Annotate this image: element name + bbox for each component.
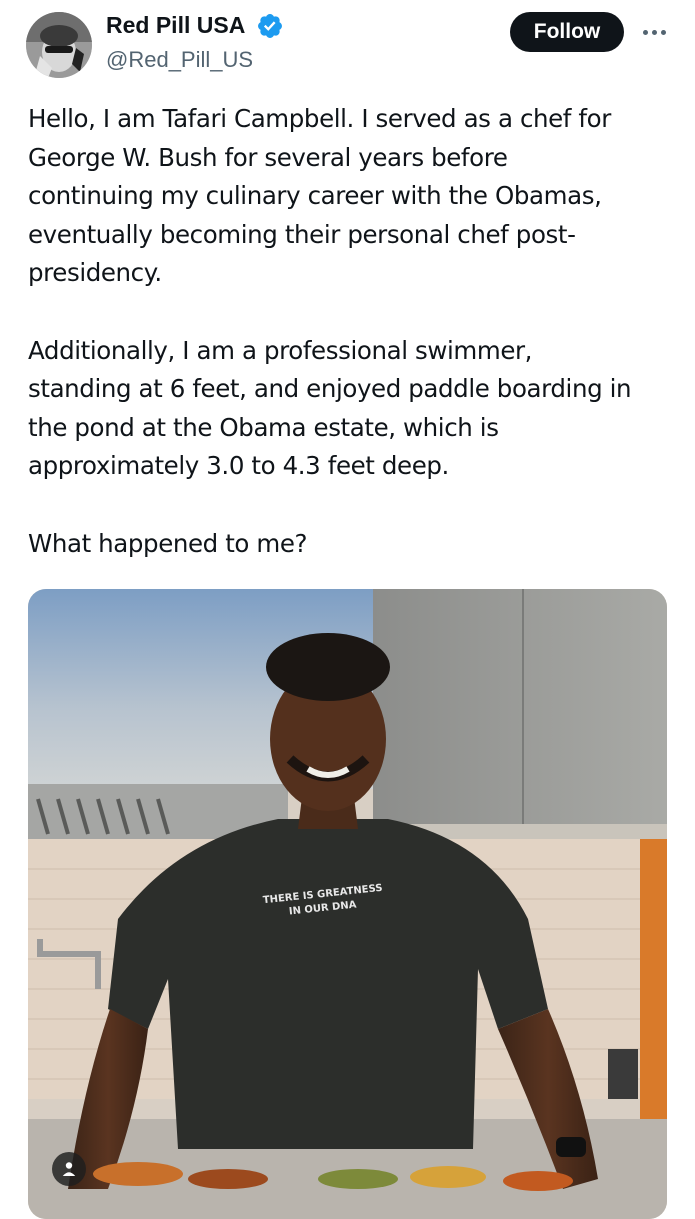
tweet-line: standing at 6 feet, and enjoyed paddle b… bbox=[28, 374, 632, 404]
tweet-text: Hello, I am Tafari Campbell. I served as… bbox=[28, 100, 673, 563]
tweet-line: Hello, I am Tafari Campbell. I served as… bbox=[28, 104, 611, 133]
avatar-image bbox=[26, 12, 92, 78]
tweet-line: What happened to me? bbox=[28, 528, 308, 558]
tweet-photo[interactable]: THERE IS GREATNESS IN OUR DNA bbox=[28, 589, 667, 1219]
tweet-line: approximately 3.0 to 4.3 feet deep. bbox=[28, 451, 449, 481]
tweet-line: the pond at the Obama estate, which is bbox=[28, 412, 499, 442]
tweet-line: eventually becoming their personal chef … bbox=[28, 219, 576, 249]
tweet-line: continuing my culinary career with the O… bbox=[28, 181, 602, 211]
tweet-line: presidency. bbox=[28, 258, 162, 288]
author-avatar[interactable] bbox=[26, 12, 92, 78]
tweet-line: George W. Bush for several years before bbox=[28, 142, 508, 172]
more-options-icon[interactable] bbox=[636, 22, 672, 42]
tweet-line: Additionally, I am a professional swimme… bbox=[28, 335, 533, 365]
author-handle[interactable]: @Red_Pill_US bbox=[106, 47, 253, 73]
tweet: Red Pill USA @Red_Pill_US Follow Hello, … bbox=[0, 0, 695, 1219]
person-icon[interactable] bbox=[52, 1152, 86, 1186]
follow-button[interactable]: Follow bbox=[510, 12, 624, 52]
author-display-name[interactable]: Red Pill USA bbox=[106, 12, 245, 39]
verified-badge-icon[interactable] bbox=[256, 12, 284, 40]
